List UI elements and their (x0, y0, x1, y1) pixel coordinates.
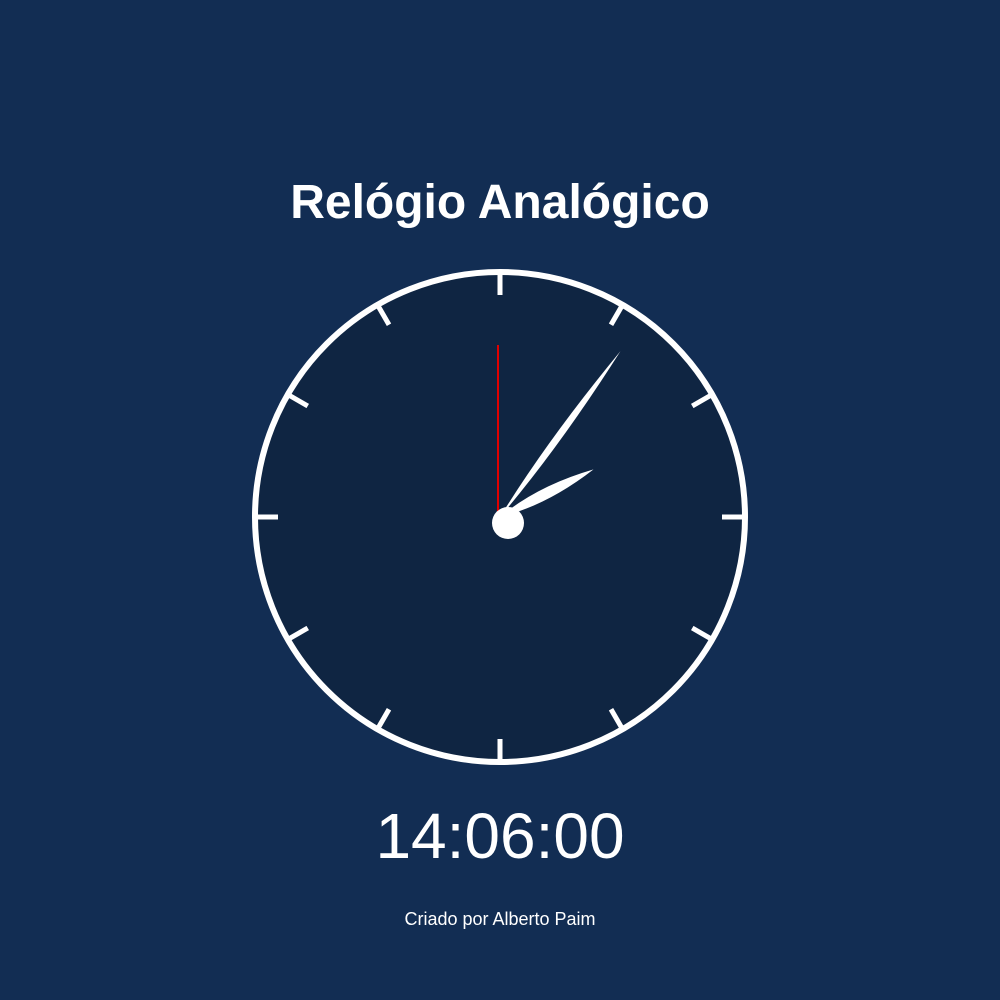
page-title: Relógio Analógico (290, 176, 710, 229)
center-cap (492, 507, 524, 539)
author-credit: Criado por Alberto Paim (404, 909, 596, 929)
clock-face-svg (252, 269, 748, 765)
page: Relógio Analógico 14:06:00 Criado por Al… (0, 0, 1000, 1000)
digital-time: 14:06:00 (375, 800, 625, 872)
analog-clock (250, 267, 750, 767)
